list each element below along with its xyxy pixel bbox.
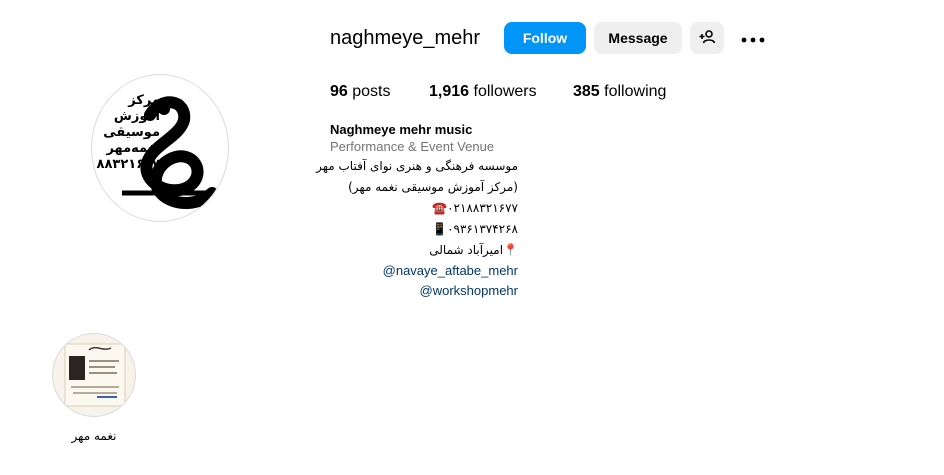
person-add-icon	[699, 29, 716, 48]
avatar-logo-text: مرکز آموزش موسیقی نغمه‌مهر ۸۸۳۲۱۶۷۷	[96, 93, 160, 172]
more-options-icon	[741, 30, 765, 46]
message-button[interactable]: Message	[594, 22, 682, 54]
profile-avatar[interactable]: مرکز آموزش موسیقی نغمه‌مهر ۸۸۳۲۱۶۷۷	[91, 74, 229, 222]
bio-mention-link[interactable]: navaye_aftabe_mehr@	[330, 261, 518, 281]
profile-bio: Naghmeye mehr music Performance & Event …	[316, 122, 520, 301]
bio-mention-link[interactable]: workshopmehr@	[330, 281, 518, 301]
suggest-user-button[interactable]	[690, 22, 724, 54]
highlight-label: نغمه مهر	[71, 429, 117, 443]
follow-button[interactable]: Follow	[504, 22, 586, 54]
stat-followers[interactable]: 1,916 followers	[429, 83, 537, 101]
bio-line: ۰۹۳۶۱۳۷۴۲۶۸📱	[432, 222, 518, 236]
stat-following[interactable]: 385 following	[573, 83, 666, 101]
profile-username: naghmeye_mehr	[330, 27, 481, 49]
stat-posts: 96 posts	[330, 83, 391, 100]
bio-line: موسسه فرهنگی و هنری نوای آفتاب مهر	[316, 159, 518, 173]
bio-name: Naghmeye mehr music	[330, 122, 473, 137]
bio-line: ۰۲۱۸۸۳۲۱۶۷۷☎️	[432, 201, 518, 215]
highlight-cover-image	[64, 343, 126, 407]
bio-category: Performance & Event Venue	[330, 139, 495, 154]
story-highlight[interactable]	[52, 333, 136, 417]
more-options-button[interactable]	[736, 22, 770, 54]
bio-line: 📍امیرآباد شمالی	[429, 243, 518, 257]
bio-line: (مرکز آموزش موسیقی نغمه مهر)	[348, 180, 518, 194]
